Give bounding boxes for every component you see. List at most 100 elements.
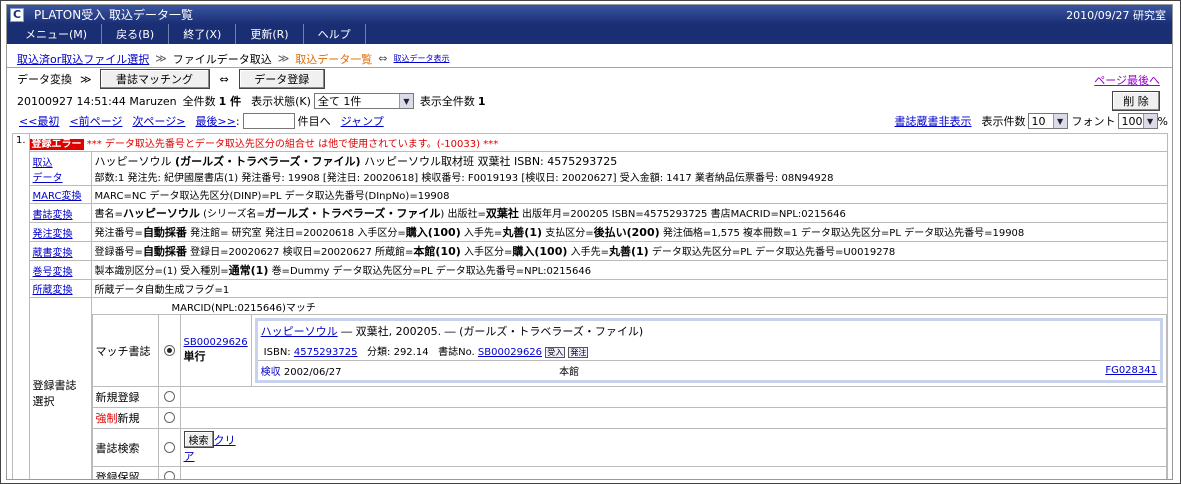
new-label: 新規登録 <box>91 386 159 408</box>
order-auto: 自動採番 <box>142 226 187 239</box>
per-page-label: 表示件数 <box>981 115 1026 128</box>
volume-link[interactable]: 巻号変換 <box>33 267 73 278</box>
display-state-label: 表示状態(K) <box>251 95 311 108</box>
goto-input[interactable] <box>242 113 295 129</box>
selection-label: 登録書誌 <box>32 379 77 392</box>
holding-vendor: 丸善(1) <box>608 245 649 258</box>
biblio-text: ) 出版社= <box>440 209 486 220</box>
match-radio[interactable] <box>163 344 175 356</box>
import-data-cell: ハッピーソウル (ガールズ・トラベラーズ・ファイル) ハッピーソウル取材班 双葉… <box>90 151 1169 186</box>
error-tag: 登録エラー <box>29 139 84 150</box>
match-fg-link[interactable]: FG028341 <box>1105 365 1157 376</box>
volume-cell: 製本識別区分=(1) 受入種別=通常(1) 巻=Dummy データ取込先区分=P… <box>90 260 1169 280</box>
matching-button[interactable]: 書誌マッチング <box>99 69 210 89</box>
match-bib-link[interactable]: SB00029626 <box>478 347 542 358</box>
chevron-down-icon: ▼ <box>1142 114 1157 128</box>
new-radio[interactable] <box>163 391 175 403</box>
action-arrow: ⇔ <box>219 72 229 86</box>
import-data-row: 取込 データ ハッピーソウル (ガールズ・トラベラーズ・ファイル) ハッピーソウ… <box>13 151 1169 186</box>
import-link[interactable]: 取込 <box>33 158 53 169</box>
force-rest: 新規 <box>117 412 140 425</box>
window-status: 2010/09/27 研究室 <box>1066 8 1166 22</box>
search-row: 書誌検索 検索 クリ ア <box>91 428 1168 467</box>
hide-holdings-link[interactable]: 書誌蔵書非表示 <box>895 113 972 129</box>
selection-cell: MARCID(NPL:0215646)マッチ マッチ書誌 SB00029626 … <box>90 297 1169 479</box>
clear-link[interactable]: クリ <box>214 434 236 447</box>
selection-label: 選択 <box>32 395 55 408</box>
order-text: 発注価格=1,575 複本冊数=1 データ取込先区分=PL データ取込先番号=1… <box>662 228 1025 239</box>
selection-row: 登録書誌 選択 MARCID(NPL:0215646)マッチ マッチ書誌 SB0… <box>13 297 1169 479</box>
hold-label: 登録保留 <box>91 466 159 479</box>
order-cell: 発注番号=自動採番 発注館= 研究室 発注日=20020618 入手区分=購入(… <box>90 222 1169 242</box>
clear-link-cont[interactable]: ア <box>184 450 195 463</box>
holding-buy: 購入(100) <box>512 245 568 258</box>
action-sep: ≫ <box>80 72 92 86</box>
pager-next[interactable]: 次ページ> <box>132 113 185 129</box>
search-radio[interactable] <box>163 441 175 453</box>
breadcrumb-sep: ≫ <box>277 52 290 65</box>
location-link[interactable]: 所蔵変換 <box>33 285 73 296</box>
isbn-label: ISBN: <box>263 347 291 358</box>
menu-item-refresh[interactable]: 更新(R) <box>236 24 304 44</box>
selection-table: マッチ書誌 SB00029626 単行 ハッピーソウル ― 双葉社, 20020… <box>91 314 1168 479</box>
biblio-row: 書誌変換 書名=ハッピーソウル (シリーズ名=ガールズ・トラベラーズ・ファイル)… <box>13 203 1169 223</box>
jump-link[interactable]: ジャンプ <box>341 113 384 129</box>
order-row: 発注変換 発注番号=自動採番 発注館= 研究室 発注日=20020618 入手区… <box>13 222 1169 242</box>
display-total-label: 表示全件数 <box>419 95 475 108</box>
menu-item-help[interactable]: ヘルプ <box>304 24 366 44</box>
record-index: 1. <box>12 133 30 479</box>
match-sb-link[interactable]: SB00029626 <box>184 337 248 348</box>
font-select[interactable]: 100 ▼ <box>1117 113 1158 129</box>
menu-item-exit[interactable]: 終了(X) <box>169 24 237 44</box>
volume-text: 製本識別区分=(1) 受入種別= <box>94 266 229 277</box>
holding-text: 入手区分= <box>463 247 513 258</box>
search-button[interactable]: 検索 <box>183 431 214 448</box>
hold-row: 登録保留 <box>91 466 1168 479</box>
holding-link[interactable]: 蔵書変換 <box>33 248 73 259</box>
volume-row: 巻号変換 製本識別区分=(1) 受入種別=通常(1) 巻=Dummy データ取込… <box>13 260 1169 280</box>
pager-first[interactable]: <<最初 <box>19 113 59 129</box>
error-cell: 登録エラー *** データ取込先番号とデータ取込先区分の組合せ は他で使用されて… <box>28 133 1169 152</box>
pager-last[interactable]: 最後>> <box>195 113 235 129</box>
menu-item-back[interactable]: 戻る(B) <box>102 24 170 44</box>
error-message: *** データ取込先番号とデータ取込先区分の組合せ は他で使用されています。(-… <box>86 139 499 150</box>
hold-radio[interactable] <box>163 471 175 479</box>
marc-link[interactable]: MARC変換 <box>33 191 82 202</box>
breadcrumb-file-import: ファイルデータ取込 <box>172 52 272 66</box>
goto-suffix: 件目へ <box>297 115 331 128</box>
chevron-down-icon: ▼ <box>398 94 413 108</box>
volume-normal: 通常(1) <box>228 264 269 277</box>
pager-row: <<最初 <前ページ 次ページ> 最後>> : 件目へ ジャンプ 書誌蔵書非表示… <box>7 112 1172 130</box>
ordered-badge: 発注 <box>568 347 589 358</box>
breadcrumb-select-file[interactable]: 取込済or取込ファイル選択 <box>17 51 149 67</box>
force-label-cell: 強制新規 <box>91 407 159 429</box>
total-value: 1 件 <box>218 95 242 108</box>
register-button[interactable]: データ登録 <box>238 69 325 89</box>
location-row: 所蔵変換 所蔵データ自動生成フラグ=1 <box>13 279 1169 298</box>
biblio-link[interactable]: 書誌変換 <box>33 210 73 221</box>
new-row: 新規登録 <box>91 386 1168 408</box>
pager-prev[interactable]: <前ページ <box>69 113 122 129</box>
page-last-link[interactable]: ページ最後へ <box>1094 72 1160 88</box>
app-icon: C <box>10 7 24 22</box>
holding-text: 入手先= <box>570 247 609 258</box>
display-state-value: 全て 1件 <box>317 95 362 108</box>
import-data-link[interactable]: データ <box>33 173 63 184</box>
display-total-value: 1 <box>477 94 486 108</box>
match-detail-cell: ハッピーソウル ― 双葉社, 200205. ― (ガールズ・トラベラーズ・ファ… <box>250 314 1168 387</box>
breadcrumb-arrow: ⇔ <box>378 52 388 65</box>
holding-library: 本館(10) <box>413 245 461 258</box>
breadcrumb-display-link[interactable]: 取込データ表示 <box>394 53 450 64</box>
match-library: 本館 <box>559 367 580 378</box>
match-box: ハッピーソウル ― 双葉社, 200205. ― (ガールズ・トラベラーズ・ファ… <box>254 318 1163 383</box>
match-isbn-link[interactable]: 4575293725 <box>294 347 358 358</box>
import-author: ハッピーソウル取材班 双葉社 ISBN: 4575293725 <box>364 155 618 168</box>
per-page-select[interactable]: 10 ▼ <box>1027 113 1068 129</box>
menu-item-menu[interactable]: メニュー(M) <box>11 24 103 44</box>
display-state-select[interactable]: 全て 1件 ▼ <box>313 93 414 109</box>
order-link[interactable]: 発注変換 <box>33 229 73 240</box>
delete-button[interactable]: 削 除 <box>1112 91 1160 111</box>
match-title-link[interactable]: ハッピーソウル <box>261 325 338 338</box>
force-radio[interactable] <box>163 412 175 424</box>
menu-bar: メニュー(M) 戻る(B) 終了(X) 更新(R) ヘルプ <box>7 24 1172 44</box>
